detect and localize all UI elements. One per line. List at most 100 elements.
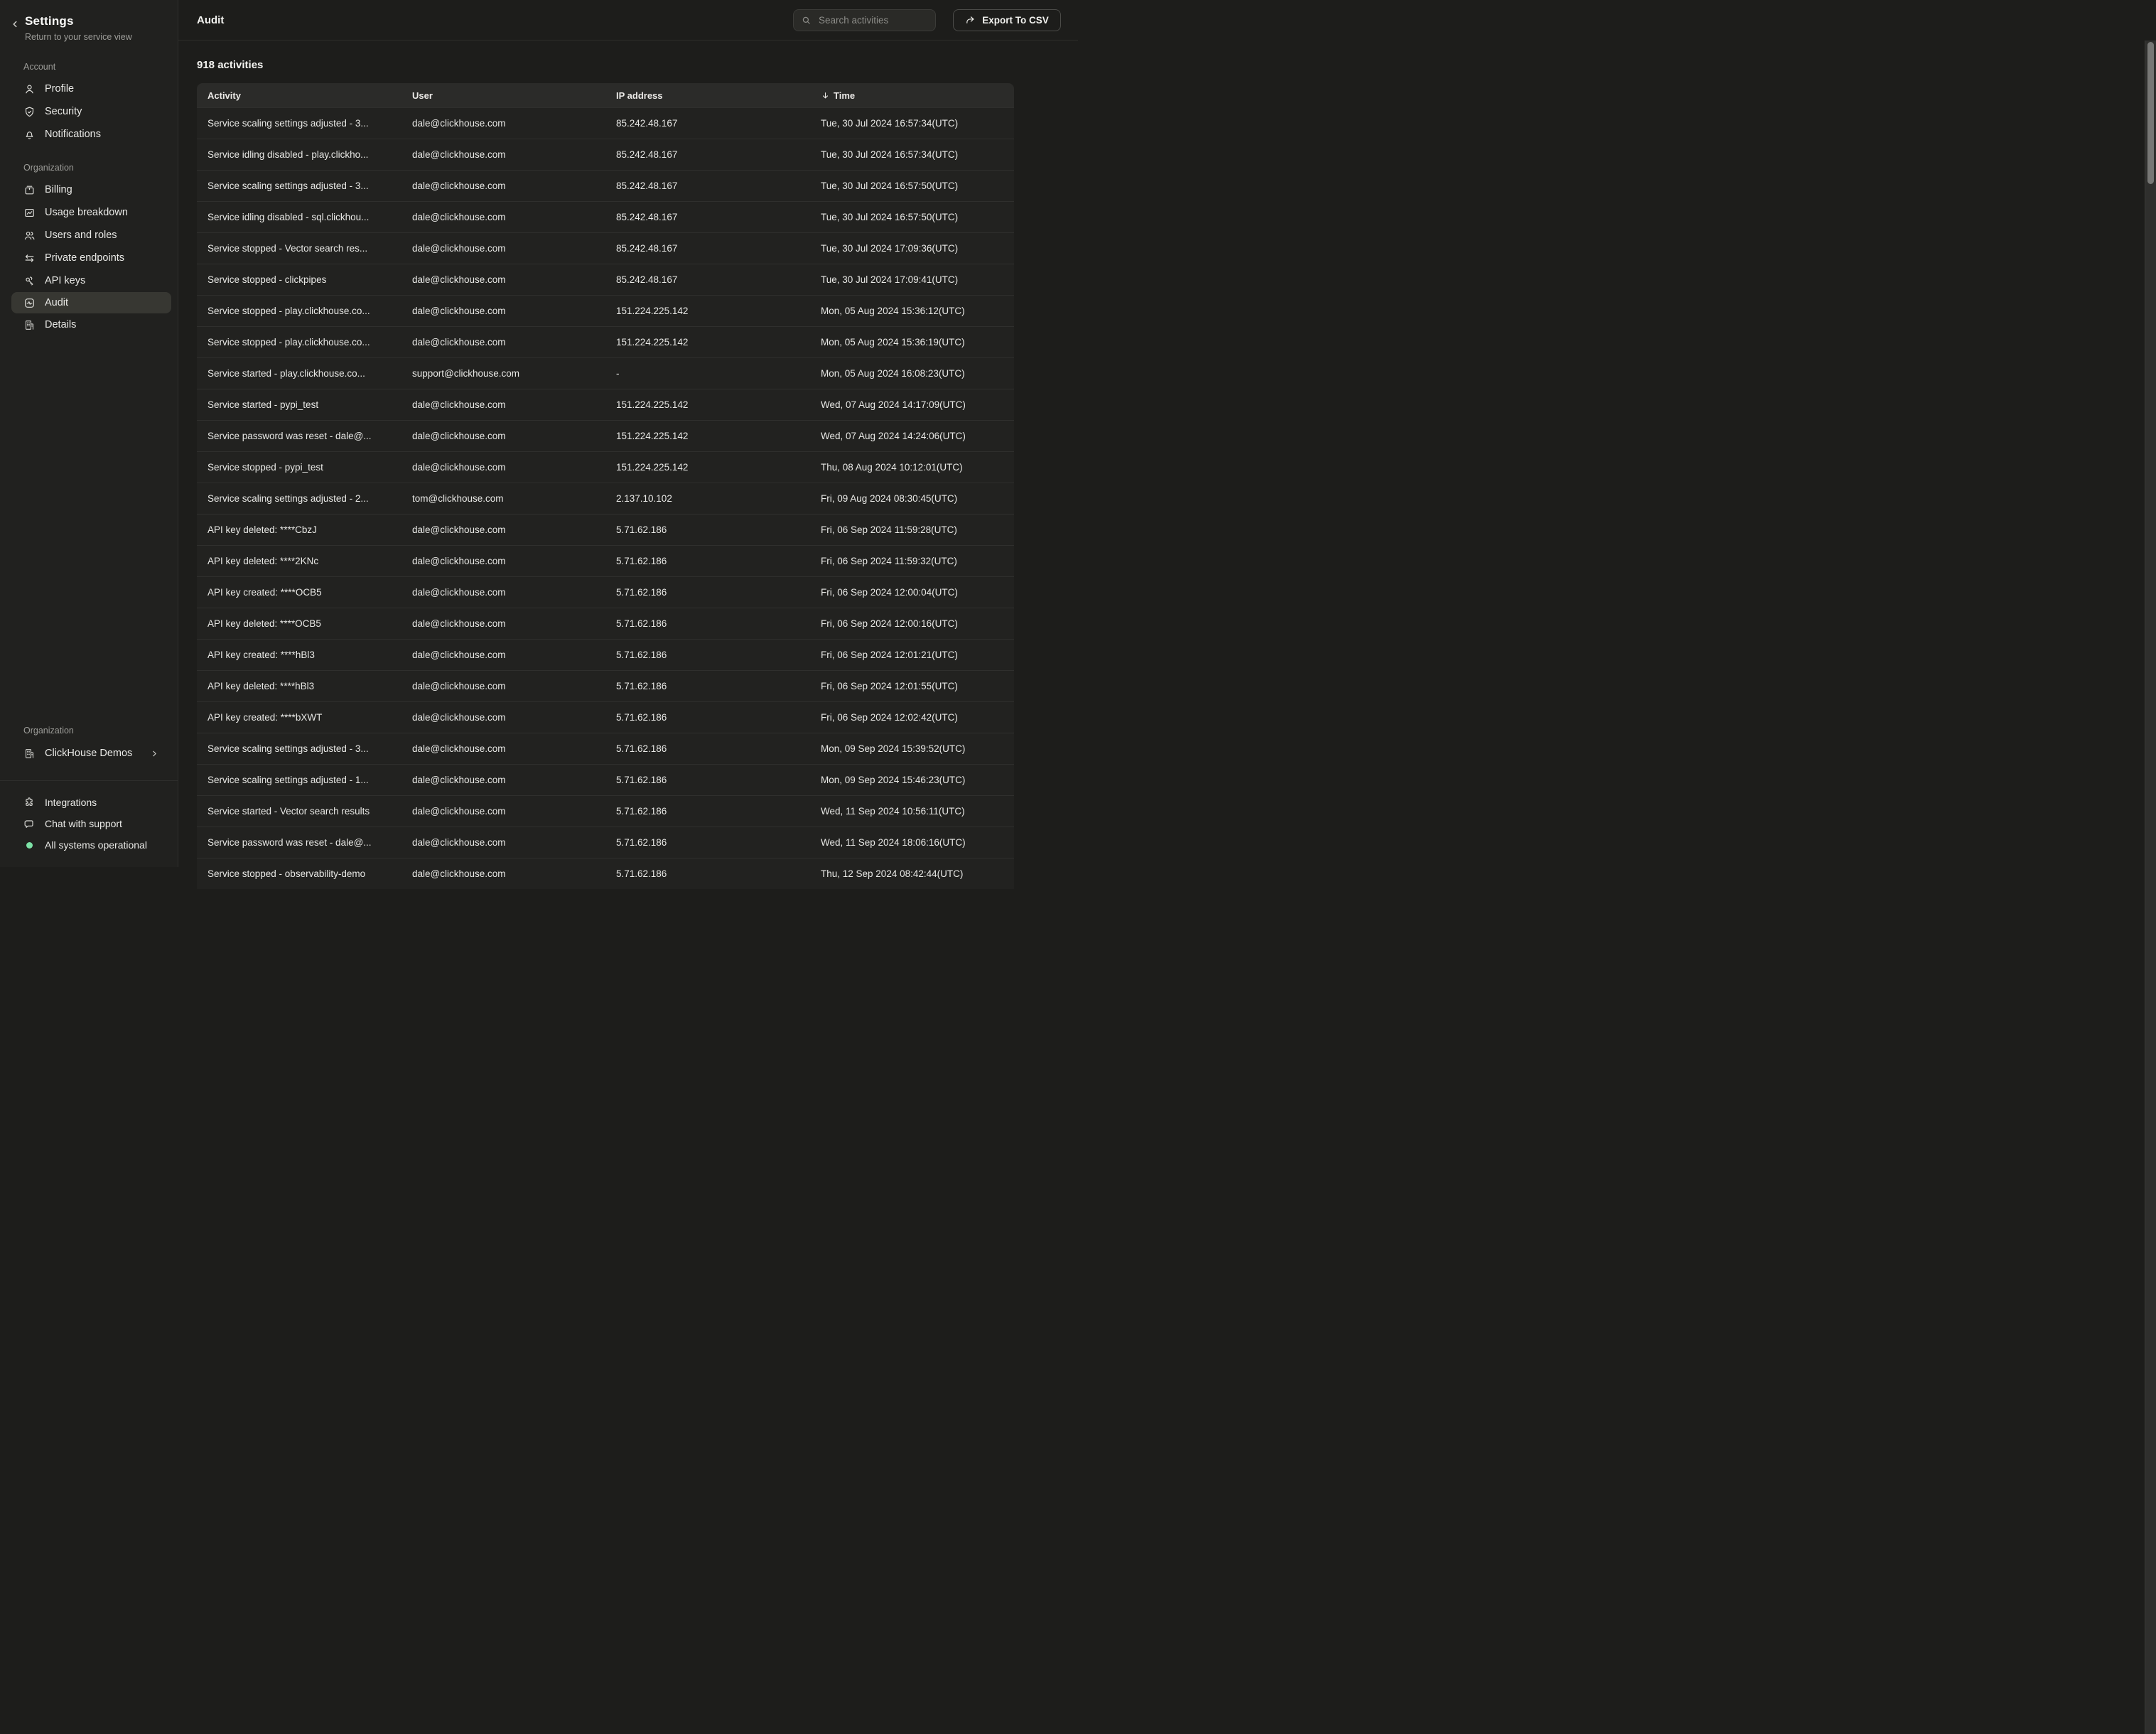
shield-check-icon [23,106,36,118]
cell-ip-address: 85.242.48.167 [605,181,810,191]
cell-time: Fri, 09 Aug 2024 08:30:45(UTC) [810,493,1014,504]
cell-activity: Service scaling settings adjusted - 3... [197,118,401,129]
cell-time: Mon, 09 Sep 2024 15:46:23(UTC) [810,775,1014,785]
cell-user: dale@clickhouse.com [401,837,605,848]
cell-time: Fri, 06 Sep 2024 12:01:55(UTC) [810,681,1014,691]
column-header-activity[interactable]: Activity [197,90,401,101]
cell-ip-address: - [605,368,810,379]
cell-activity: Service scaling settings adjusted - 2... [197,493,401,504]
cell-time: Fri, 06 Sep 2024 11:59:32(UTC) [810,556,1014,566]
sidebar-item-details[interactable]: Details [0,313,178,336]
cell-user: dale@clickhouse.com [401,462,605,473]
cell-ip-address: 85.242.48.167 [605,118,810,129]
scrollbar-thumb[interactable] [2147,42,2154,184]
cell-time: Tue, 30 Jul 2024 16:57:50(UTC) [810,181,1014,191]
cell-user: dale@clickhouse.com [401,431,605,441]
table-row: API key deleted: ****OCB5 dale@clickhous… [197,608,1014,639]
organization-section-label: Organization [23,163,178,173]
return-to-service-link[interactable]: Return to your service view [25,32,132,42]
org-switcher[interactable]: ClickHouse Demos [0,741,178,765]
sidebar-item-label: Usage breakdown [45,207,128,218]
cell-time: Wed, 07 Aug 2024 14:17:09(UTC) [810,399,1014,410]
building-icon [23,748,36,760]
cell-time: Fri, 06 Sep 2024 12:00:16(UTC) [810,618,1014,629]
cell-activity: Service stopped - clickpipes [197,274,401,285]
sidebar-item-label: Security [45,106,82,117]
search-input[interactable] [817,14,928,26]
cell-user: dale@clickhouse.com [401,399,605,410]
table-row: Service scaling settings adjusted - 2...… [197,483,1014,514]
export-csv-button[interactable]: Export To CSV [953,9,1061,31]
cell-time: Fri, 06 Sep 2024 12:01:21(UTC) [810,650,1014,660]
sidebar-header: Settings Return to your service view [0,0,178,42]
system-status-link[interactable]: All systems operational [0,834,178,856]
cell-time: Tue, 30 Jul 2024 16:57:34(UTC) [810,118,1014,129]
back-button[interactable] [10,19,20,29]
sidebar-item-security[interactable]: Security [0,100,178,123]
sidebar-item-label: Audit [45,297,68,308]
cell-ip-address: 5.71.62.186 [605,868,810,879]
sidebar-item-profile[interactable]: Profile [0,77,178,100]
sidebar-item-notifications[interactable]: Notifications [0,123,178,146]
table-row: Service idling disabled - play.clickho..… [197,139,1014,170]
page-title: Audit [197,14,224,26]
cell-activity: Service stopped - play.clickhouse.co... [197,337,401,348]
cell-user: tom@clickhouse.com [401,493,605,504]
sidebar-item-billing[interactable]: Billing [0,178,178,201]
export-csv-label: Export To CSV [982,15,1049,26]
sidebar-item-label: Notifications [45,129,101,140]
cell-activity: Service password was reset - dale@... [197,837,401,848]
sidebar: Settings Return to your service view Acc… [0,0,178,867]
cell-time: Mon, 09 Sep 2024 15:39:52(UTC) [810,743,1014,754]
cell-activity: Service idling disabled - sql.clickhou..… [197,212,401,222]
table-row: Service stopped - play.clickhouse.co... … [197,326,1014,357]
chat-with-support-link[interactable]: Chat with support [0,813,178,834]
column-header-ip-address[interactable]: IP address [605,90,810,101]
sidebar-item-api-keys[interactable]: API keys [0,269,178,292]
cell-ip-address: 151.224.225.142 [605,337,810,348]
sidebar-item-users-and-roles[interactable]: Users and roles [0,224,178,247]
table-row: API key created: ****OCB5 dale@clickhous… [197,576,1014,608]
export-icon [965,15,976,26]
sidebar-footer: Integrations Chat with support All syste… [0,780,178,867]
audit-table: Activity User IP address Time Service sc… [197,83,1014,889]
sidebar-item-audit[interactable]: Audit [11,292,171,313]
search-box[interactable] [793,9,936,31]
scrollbar-track[interactable] [2145,41,2156,1734]
integrations-link[interactable]: Integrations [0,792,178,813]
table-row: Service password was reset - dale@... da… [197,420,1014,451]
user-icon [23,83,36,95]
cell-time: Wed, 11 Sep 2024 18:06:16(UTC) [810,837,1014,848]
sidebar-item-label: Details [45,319,76,330]
column-header-time[interactable]: Time [810,90,1014,101]
table-row: Service scaling settings adjusted - 3...… [197,170,1014,201]
cell-user: dale@clickhouse.com [401,806,605,817]
table-header-row: Activity User IP address Time [197,83,1014,107]
cell-time: Tue, 30 Jul 2024 17:09:36(UTC) [810,243,1014,254]
status-dot-icon [23,842,36,849]
chevron-right-icon [150,749,159,758]
footer-item-label: Integrations [45,797,97,808]
cell-user: support@clickhouse.com [401,368,605,379]
cell-user: dale@clickhouse.com [401,743,605,754]
keys-icon [23,275,36,287]
cell-ip-address: 151.224.225.142 [605,462,810,473]
sidebar-item-label: Billing [45,184,72,195]
cell-user: dale@clickhouse.com [401,775,605,785]
sidebar-item-label: Profile [45,83,74,95]
cell-user: dale@clickhouse.com [401,868,605,879]
cell-ip-address: 5.71.62.186 [605,618,810,629]
cell-user: dale@clickhouse.com [401,181,605,191]
audit-activity-icon [23,297,36,309]
column-header-user[interactable]: User [401,90,605,101]
sidebar-item-private-endpoints[interactable]: Private endpoints [0,247,178,269]
table-row: Service started - Vector search results … [197,795,1014,826]
cell-time: Fri, 06 Sep 2024 12:02:42(UTC) [810,712,1014,723]
table-row: API key created: ****hBl3 dale@clickhous… [197,639,1014,670]
cell-ip-address: 5.71.62.186 [605,806,810,817]
sidebar-item-usage-breakdown[interactable]: Usage breakdown [0,201,178,224]
sidebar-item-label: Users and roles [45,230,117,241]
table-row: API key deleted: ****hBl3 dale@clickhous… [197,670,1014,701]
cell-user: dale@clickhouse.com [401,243,605,254]
cell-time: Fri, 06 Sep 2024 11:59:28(UTC) [810,524,1014,535]
